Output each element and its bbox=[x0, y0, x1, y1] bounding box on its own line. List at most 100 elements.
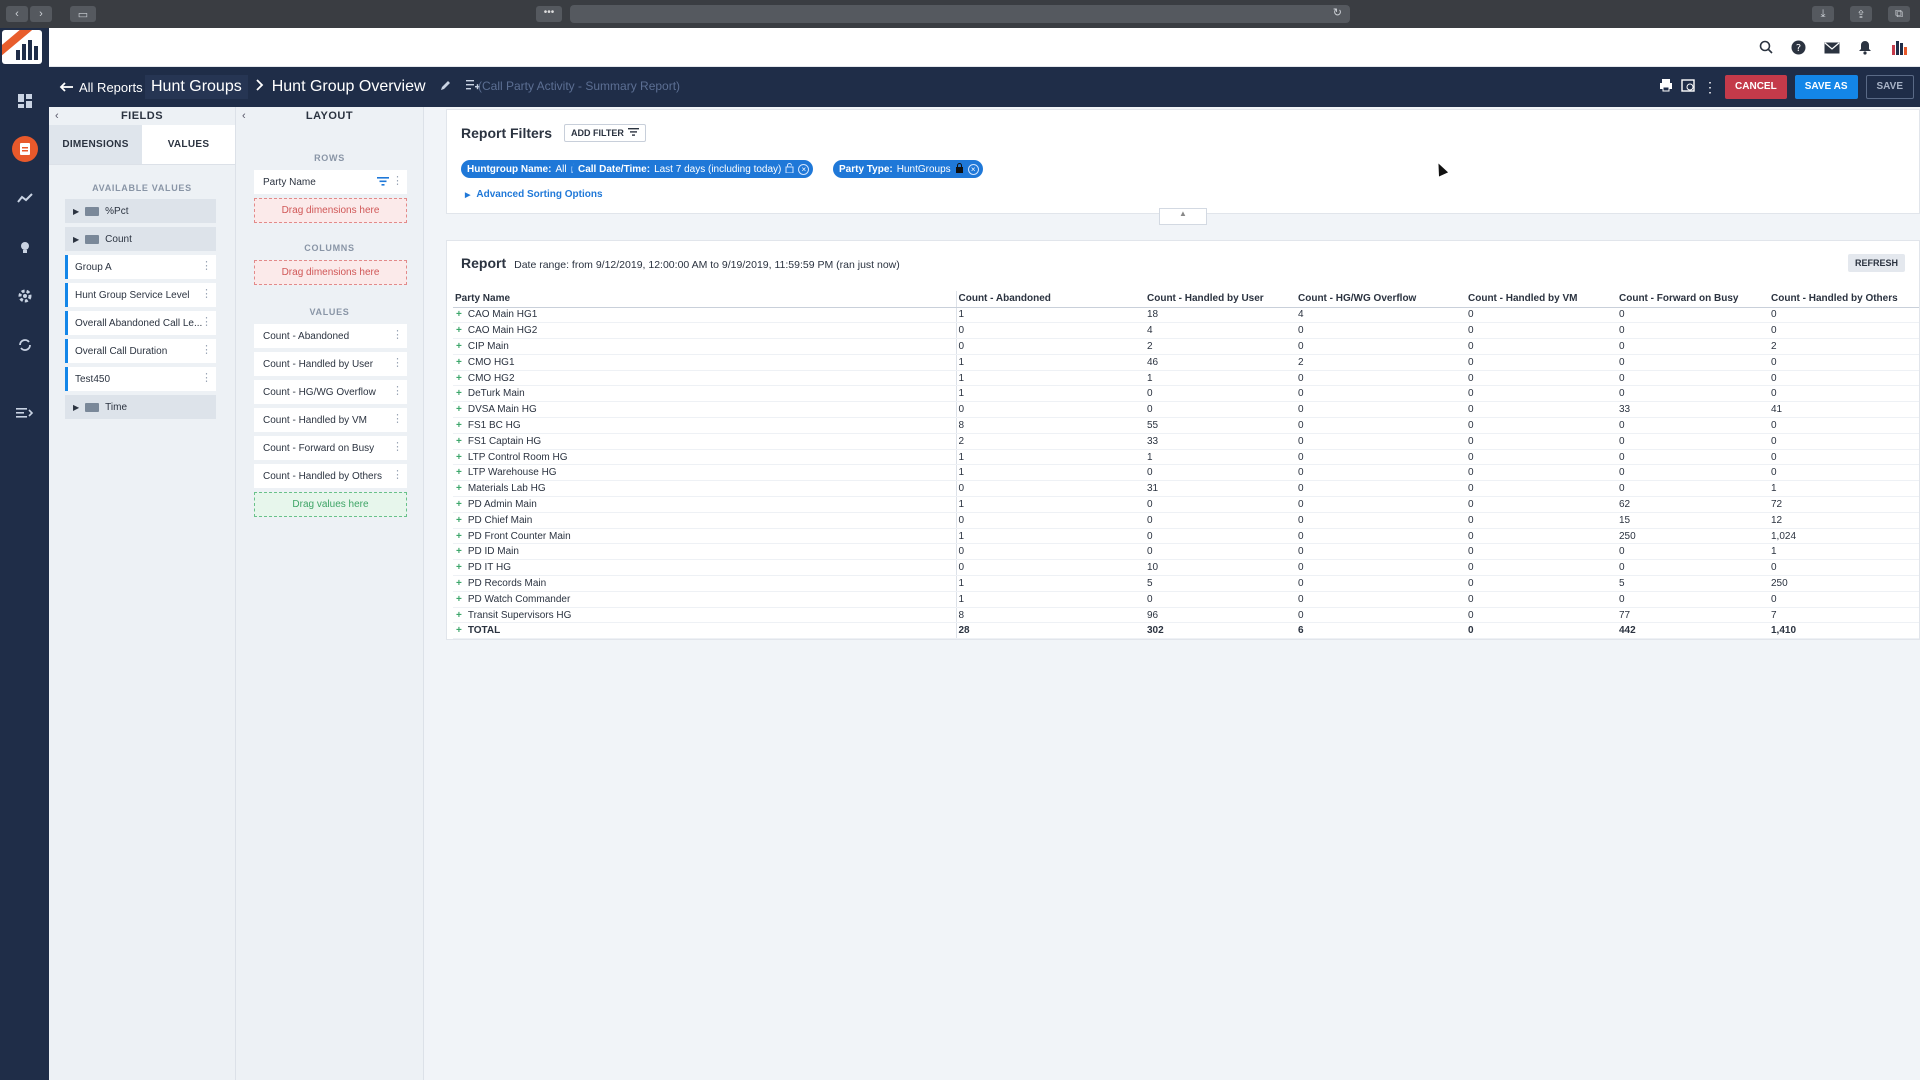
all-reports-link[interactable]: All Reports bbox=[59, 80, 143, 95]
remove-filter-icon[interactable]: × bbox=[798, 163, 810, 175]
value-menu-icon[interactable]: ⋮ bbox=[392, 441, 403, 453]
breadcrumb-hunt-groups[interactable]: Hunt Groups bbox=[145, 75, 248, 99]
advanced-sorting-link[interactable]: ▶ Advanced Sorting Options bbox=[465, 189, 603, 200]
schedule-calendar-icon[interactable] bbox=[1681, 78, 1695, 97]
tabs-icon[interactable]: ⧉ bbox=[1888, 6, 1910, 22]
mail-icon[interactable] bbox=[1824, 41, 1840, 59]
notifications-bell-icon[interactable] bbox=[1858, 40, 1872, 60]
rows-drop-zone[interactable]: Drag dimensions here bbox=[254, 198, 407, 223]
sync-icon[interactable] bbox=[12, 332, 38, 358]
share-icon[interactable]: ⇪ bbox=[1850, 6, 1872, 22]
expand-row-icon[interactable]: + bbox=[456, 309, 462, 320]
lock-open-icon[interactable] bbox=[785, 162, 794, 176]
help-icon[interactable]: ? bbox=[1791, 40, 1806, 60]
dashboard-icon[interactable] bbox=[12, 88, 38, 114]
expand-row-icon[interactable]: + bbox=[456, 546, 462, 557]
filter-chip-party-type[interactable]: Party Type: HuntGroups × bbox=[833, 160, 983, 178]
app-logo[interactable] bbox=[2, 30, 42, 64]
field-folder-pct[interactable]: ▶ %Pct bbox=[65, 199, 216, 223]
column-header[interactable]: Count - Handled by User bbox=[1145, 291, 1296, 308]
expand-row-icon[interactable]: + bbox=[456, 404, 462, 415]
field-menu-icon[interactable]: ⋮ bbox=[201, 288, 212, 300]
value-menu-icon[interactable]: ⋮ bbox=[392, 329, 403, 341]
value-count-hg-wg-overflow[interactable]: Count - HG/WG Overflow ⋮ bbox=[254, 380, 407, 404]
expand-row-icon[interactable]: + bbox=[456, 373, 462, 384]
filter-icon[interactable] bbox=[377, 177, 389, 189]
collapse-filters-icon[interactable]: ▲ bbox=[1159, 208, 1207, 225]
column-header[interactable]: Count - Abandoned bbox=[955, 291, 1145, 308]
reports-icon[interactable] bbox=[12, 136, 38, 162]
expand-row-icon[interactable]: + bbox=[456, 578, 462, 589]
field-hunt-group-service-level[interactable]: Hunt Group Service Level ⋮ bbox=[65, 283, 216, 307]
field-menu-icon[interactable]: ⋮ bbox=[201, 372, 212, 384]
expand-row-icon[interactable]: + bbox=[456, 625, 462, 636]
column-header[interactable]: Count - Forward on Busy bbox=[1617, 291, 1769, 308]
column-header[interactable]: Count - Handled by VM bbox=[1466, 291, 1617, 308]
lightbulb-icon[interactable] bbox=[12, 234, 38, 260]
browser-menu-icon[interactable]: ••• bbox=[536, 6, 562, 22]
reload-icon[interactable]: ↻ bbox=[1333, 6, 1342, 19]
expand-row-icon[interactable]: + bbox=[456, 357, 462, 368]
field-test450[interactable]: Test450 ⋮ bbox=[65, 367, 216, 391]
save-as-button[interactable]: SAVE AS bbox=[1794, 75, 1858, 99]
value-menu-icon[interactable]: ⋮ bbox=[392, 469, 403, 481]
tab-values[interactable]: VALUES bbox=[142, 125, 235, 164]
edit-pencil-icon[interactable] bbox=[440, 78, 452, 96]
expand-row-icon[interactable]: + bbox=[456, 515, 462, 526]
remove-filter-icon[interactable]: × bbox=[967, 163, 979, 175]
row-party-name[interactable]: Party Name ⋮ bbox=[254, 170, 407, 194]
sidebar-toggle-icon[interactable]: ▭ bbox=[70, 6, 96, 22]
value-count-abandoned[interactable]: Count - Abandoned ⋮ bbox=[254, 324, 407, 348]
save-button[interactable]: SAVE bbox=[1865, 75, 1914, 99]
address-bar[interactable]: ↻ bbox=[570, 5, 1350, 23]
column-header[interactable]: Count - Handled by Others bbox=[1769, 291, 1919, 308]
lock-closed-icon[interactable] bbox=[955, 162, 964, 176]
value-menu-icon[interactable]: ⋮ bbox=[392, 357, 403, 369]
field-menu-icon[interactable]: ⋮ bbox=[201, 344, 212, 356]
column-header[interactable]: Count - HG/WG Overflow bbox=[1296, 291, 1466, 308]
settings-gear-icon[interactable] bbox=[12, 283, 38, 309]
value-count-handled-by-vm[interactable]: Count - Handled by VM ⋮ bbox=[254, 408, 407, 432]
expand-row-icon[interactable]: + bbox=[456, 531, 462, 542]
value-count-handled-by-user[interactable]: Count - Handled by User ⋮ bbox=[254, 352, 407, 376]
expand-row-icon[interactable]: + bbox=[456, 420, 462, 431]
expand-row-icon[interactable]: + bbox=[456, 594, 462, 605]
expand-row-icon[interactable]: + bbox=[456, 483, 462, 494]
expand-menu-icon[interactable] bbox=[12, 400, 38, 426]
field-menu-icon[interactable]: ⋮ bbox=[201, 260, 212, 272]
brand-chart-icon[interactable] bbox=[1890, 38, 1908, 61]
search-icon[interactable] bbox=[1759, 40, 1773, 59]
cancel-button[interactable]: CANCEL bbox=[1725, 75, 1787, 99]
value-menu-icon[interactable]: ⋮ bbox=[392, 413, 403, 425]
columns-drop-zone[interactable]: Drag dimensions here bbox=[254, 260, 407, 285]
expand-row-icon[interactable]: + bbox=[456, 610, 462, 621]
expand-row-icon[interactable]: + bbox=[456, 341, 462, 352]
filter-chip-call-date[interactable]: Call Date/Time: Last 7 days (including to… bbox=[572, 160, 814, 178]
expand-row-icon[interactable]: + bbox=[456, 388, 462, 399]
field-folder-count[interactable]: ▶ Count bbox=[65, 227, 216, 251]
expand-row-icon[interactable]: + bbox=[456, 499, 462, 510]
print-icon[interactable] bbox=[1659, 78, 1673, 97]
field-menu-icon[interactable]: ⋮ bbox=[201, 316, 212, 328]
value-count-handled-by-others[interactable]: Count - Handled by Others ⋮ bbox=[254, 464, 407, 488]
collapse-fields-icon[interactable]: ‹ bbox=[55, 107, 59, 125]
more-vertical-icon[interactable]: ⋮ bbox=[1703, 80, 1717, 94]
tab-dimensions[interactable]: DIMENSIONS bbox=[49, 125, 142, 164]
row-menu-icon[interactable]: ⋮ bbox=[392, 175, 403, 187]
add-filter-button[interactable]: ADD FILTER bbox=[564, 124, 646, 142]
browser-forward-icon[interactable]: › bbox=[30, 6, 52, 22]
download-icon[interactable]: ⤓ bbox=[1812, 6, 1834, 22]
field-folder-time[interactable]: ▶ Time bbox=[65, 395, 216, 419]
collapse-layout-icon[interactable]: ‹ bbox=[242, 107, 246, 125]
analytics-icon[interactable] bbox=[12, 185, 38, 211]
refresh-button[interactable]: REFRESH bbox=[1847, 254, 1905, 272]
expand-row-icon[interactable]: + bbox=[456, 436, 462, 447]
field-group-a[interactable]: Group A ⋮ bbox=[65, 255, 216, 279]
field-overall-abandoned[interactable]: Overall Abandoned Call Le... ⋮ bbox=[65, 311, 216, 335]
values-drop-zone[interactable]: Drag values here bbox=[254, 492, 407, 517]
field-overall-call-duration[interactable]: Overall Call Duration ⋮ bbox=[65, 339, 216, 363]
expand-row-icon[interactable]: + bbox=[456, 325, 462, 336]
browser-back-icon[interactable]: ‹ bbox=[6, 6, 28, 22]
expand-row-icon[interactable]: + bbox=[456, 467, 462, 478]
expand-row-icon[interactable]: + bbox=[456, 452, 462, 463]
